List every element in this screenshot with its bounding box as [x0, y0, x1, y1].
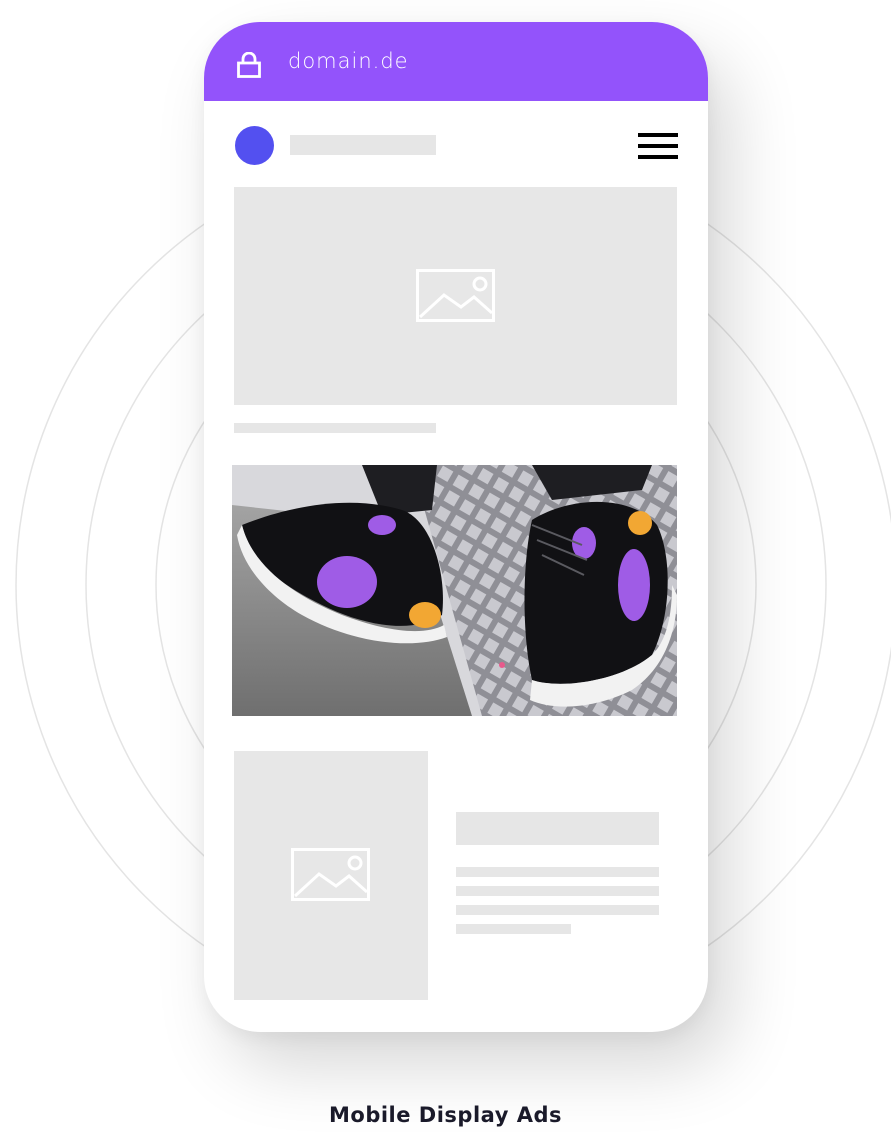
lock-icon — [237, 52, 261, 78]
article-text-line-placeholder — [456, 905, 659, 915]
url-text: domain.de — [288, 49, 409, 73]
sneaker-ad-image — [232, 465, 677, 716]
display-ad-banner[interactable] — [232, 465, 677, 716]
hero-image-placeholder — [234, 187, 677, 405]
site-title-placeholder — [290, 135, 436, 155]
article-text-line-placeholder — [456, 886, 659, 896]
article-heading-placeholder — [456, 812, 659, 845]
caption-placeholder — [234, 423, 436, 433]
image-placeholder-icon — [291, 848, 370, 901]
article-text-line-placeholder — [456, 867, 659, 877]
site-logo-avatar[interactable] — [235, 126, 274, 165]
hamburger-menu-icon[interactable] — [638, 133, 678, 159]
image-placeholder-icon — [416, 269, 495, 322]
browser-address-bar[interactable]: domain.de — [204, 22, 708, 101]
article-thumbnail-placeholder — [234, 751, 428, 1000]
illustration-caption: Mobile Display Ads — [329, 1103, 562, 1127]
phone-mockup: domain.de — [204, 22, 708, 1032]
article-text-line-placeholder — [456, 924, 571, 934]
